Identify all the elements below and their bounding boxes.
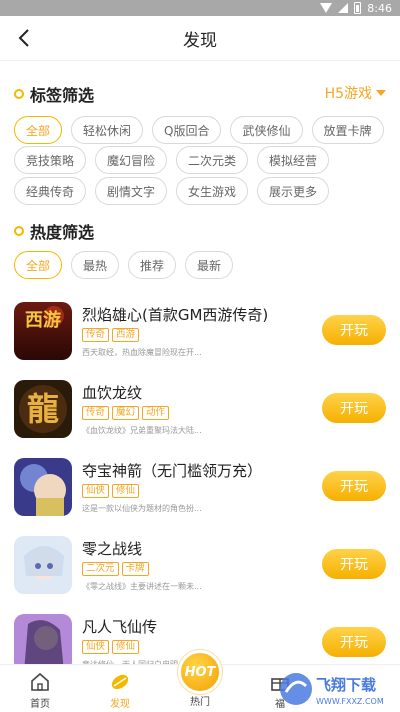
- tab-hot[interactable]: 热门: [170, 693, 230, 708]
- game-tag: 二次元: [82, 562, 119, 576]
- tag-chip[interactable]: 模拟经营: [257, 146, 330, 174]
- game-thumbnail[interactable]: [14, 458, 72, 516]
- tag-chip[interactable]: 轻松休闲: [71, 116, 144, 144]
- play-button[interactable]: 开玩: [322, 627, 386, 657]
- game-thumbnail[interactable]: 西游: [14, 302, 72, 360]
- thumb-text: 西游: [25, 309, 61, 331]
- play-button[interactable]: 开玩: [322, 471, 386, 501]
- game-thumbnail[interactable]: [14, 536, 72, 594]
- play-button[interactable]: 开玩: [322, 549, 386, 579]
- game-description: 《血饮龙纹》兄弟重聚玛法大陆...: [82, 426, 202, 435]
- watermark-logo: 飞翔下载 WWW.FXXZ.COM: [278, 668, 396, 710]
- tag-chip[interactable]: 魔幻冒险: [95, 146, 168, 174]
- tag-chip[interactable]: 武侠修仙: [230, 116, 303, 144]
- game-tags: 二次元 卡牌: [82, 562, 149, 576]
- watermark-title: 飞翔下载: [316, 676, 376, 694]
- game-description: 这是一款以仙侠为题材的角色扮...: [82, 504, 202, 513]
- hot-center-button[interactable]: HOT: [178, 650, 222, 694]
- game-description: 《零之战线》主要讲述在一颗未...: [82, 582, 202, 591]
- watermark-url: WWW.FXXZ.COM: [316, 697, 384, 706]
- discover-icon: [111, 674, 129, 690]
- tag-filter-title: 标签筛选: [14, 82, 94, 106]
- game-tags: 仙侠 修仙: [82, 640, 140, 654]
- tag-chip[interactable]: 经典传奇: [14, 177, 87, 205]
- game-item[interactable]: 夺宝神箭（无门槛领万充） 仙侠 修仙 这是一款以仙侠为题材的角色扮... 开玩: [0, 458, 400, 528]
- tag-chip-row-1: 全部 轻松休闲 Q版回合 武侠修仙 放置卡牌: [14, 116, 384, 144]
- platform-dropdown[interactable]: H5游戏: [325, 83, 386, 103]
- game-name: 血饮龙纹: [82, 384, 143, 402]
- tag-chip-all[interactable]: 全部: [14, 116, 63, 144]
- game-name: 烈焰雄心(首款GM西游传奇): [82, 306, 269, 324]
- tag-chip-row-2: 竞技策略 魔幻冒险 二次元类 模拟经营: [14, 146, 330, 174]
- play-button[interactable]: 开玩: [322, 393, 386, 423]
- game-tag: 西游: [112, 328, 140, 342]
- game-name: 凡人飞仙传: [82, 618, 158, 636]
- game-item[interactable]: 龍 血饮龙纹 传奇 魔幻 动作 《血饮龙纹》兄弟重聚玛法大陆... 开玩: [0, 380, 400, 450]
- game-item[interactable]: 西游 烈焰雄心(首款GM西游传奇) 传奇 西游 西天取经，热血除魔冒险现在开..…: [0, 302, 400, 372]
- game-tag: 仙侠: [82, 640, 110, 654]
- game-tag: 修仙: [112, 640, 140, 654]
- tab-discover[interactable]: 发现: [90, 671, 150, 710]
- tab-home[interactable]: 首页: [10, 671, 70, 710]
- dropdown-arrow-icon: [376, 90, 386, 96]
- game-description: 西天取经，热血除魔冒险现在开...: [82, 348, 202, 357]
- game-tag: 修仙: [112, 484, 140, 498]
- game-tag: 动作: [142, 406, 170, 420]
- tag-chip[interactable]: 剧情文字: [95, 177, 168, 205]
- game-tag: 仙侠: [82, 484, 110, 498]
- show-more-chip[interactable]: 展示更多: [257, 177, 330, 205]
- thumb-text: 龍: [27, 390, 59, 428]
- game-name: 零之战线: [82, 540, 143, 558]
- section-dot-icon: [14, 226, 24, 236]
- section-dot-icon: [14, 89, 24, 99]
- home-icon: [31, 672, 49, 691]
- heat-chip-recommended[interactable]: 推荐: [128, 251, 177, 279]
- heat-chip-row: 全部 最热 推荐 最新: [14, 251, 234, 279]
- header: 发现: [0, 16, 400, 60]
- tag-chip[interactable]: 竞技策略: [14, 146, 87, 174]
- status-time: 8:46: [367, 1, 392, 15]
- game-tag: 魔幻: [112, 406, 140, 420]
- signal-icon: [338, 3, 349, 13]
- game-tags: 传奇 魔幻 动作: [82, 406, 170, 420]
- heat-filter-title: 热度筛选: [14, 219, 94, 243]
- game-tag: 传奇: [82, 406, 110, 420]
- tag-chip[interactable]: 女生游戏: [176, 177, 249, 205]
- game-tag: 卡牌: [121, 562, 149, 576]
- header-divider: [0, 60, 400, 61]
- wifi-icon: [320, 3, 333, 13]
- heat-chip-newest[interactable]: 最新: [185, 251, 234, 279]
- game-name: 夺宝神箭（无门槛领万充）: [82, 462, 263, 480]
- tag-chip[interactable]: Q版回合: [152, 116, 222, 144]
- page-title: 发现: [183, 31, 217, 51]
- game-tags: 仙侠 修仙: [82, 484, 140, 498]
- tag-chip[interactable]: 放置卡牌: [311, 116, 384, 144]
- heat-chip-hot[interactable]: 最热: [71, 251, 120, 279]
- tag-chip-row-3: 经典传奇 剧情文字 女生游戏 展示更多: [14, 177, 330, 205]
- tag-chip[interactable]: 二次元类: [176, 146, 249, 174]
- battery-icon: [354, 2, 362, 14]
- game-tag: 传奇: [82, 328, 110, 342]
- game-tags: 传奇 西游: [82, 328, 140, 342]
- heat-chip-all[interactable]: 全部: [14, 251, 63, 279]
- status-bar: 8:46: [0, 0, 400, 16]
- play-button[interactable]: 开玩: [322, 315, 386, 345]
- game-item[interactable]: 零之战线 二次元 卡牌 《零之战线》主要讲述在一颗未... 开玩: [0, 536, 400, 606]
- game-thumbnail[interactable]: 龍: [14, 380, 72, 438]
